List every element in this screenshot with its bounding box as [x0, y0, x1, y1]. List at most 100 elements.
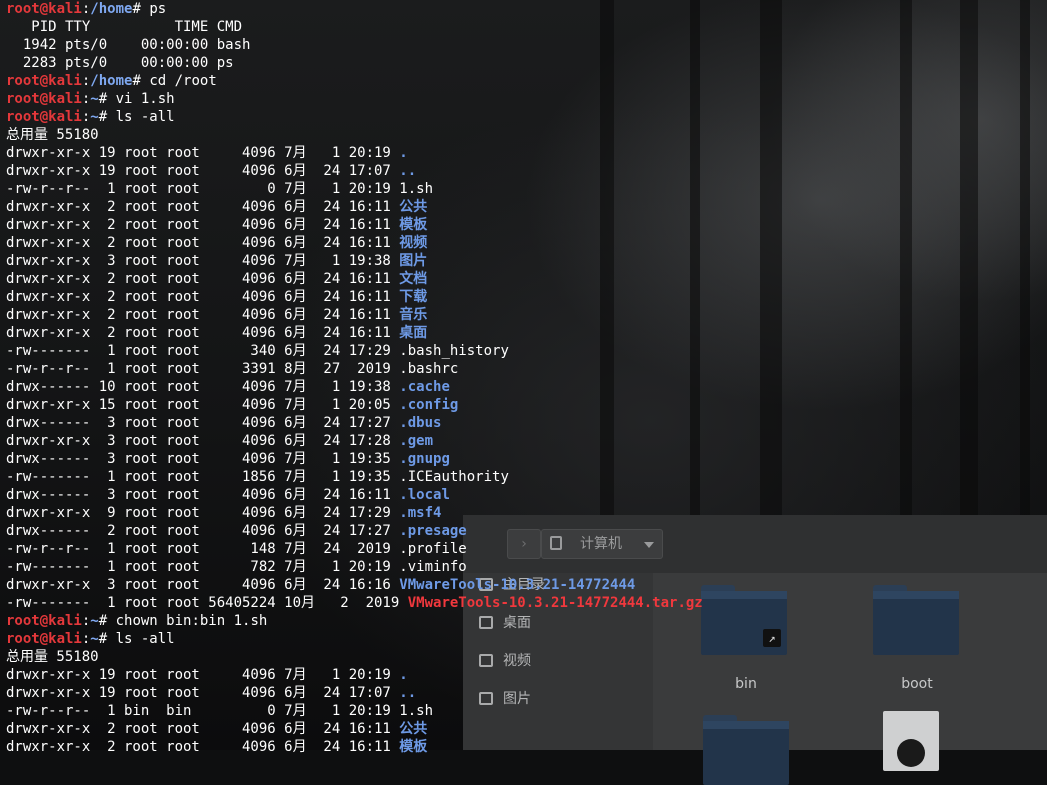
- prompt-path: ~: [90, 613, 99, 629]
- file-metadata: drwxr-xr-x 19 root root 4096 6月 24 17:07: [6, 685, 400, 701]
- file-metadata: -rw-r--r-- 1 root root 0 7月 1 20:19: [6, 181, 400, 197]
- file-name: .config: [399, 397, 459, 413]
- file-metadata: drwxr-xr-x 3 root root 4096 6月 24 17:28: [6, 433, 400, 449]
- file-metadata: drwxr-xr-x 9 root root 4096 6月 24 17:29: [6, 505, 400, 521]
- file-metadata: drwxr-xr-x 3 root root 4096 7月 1 19:38: [6, 253, 400, 269]
- ls-entry: -rw-r--r-- 1 bin bin 0 7月 1 20:19 1.sh: [6, 702, 1047, 720]
- command-text: chown bin:bin 1.sh: [115, 613, 268, 629]
- file-metadata: drwx------ 3 root root 4096 6月 24 17:27: [6, 415, 400, 431]
- prompt-path: ~: [90, 91, 99, 107]
- ls-entry: -rw------- 1 root root 782 7月 1 20:19 .v…: [6, 558, 1047, 576]
- ls-entry: drwxr-xr-x 19 root root 4096 7月 1 20:19 …: [6, 144, 1047, 162]
- file-metadata: drwx------ 3 root root 4096 6月 24 16:11: [6, 487, 400, 503]
- command-text: ls -all: [115, 109, 175, 125]
- file-name: VMwareTools-10.3.21-14772444.tar.gz: [407, 595, 703, 611]
- file-name: ..: [399, 163, 417, 179]
- file-metadata: -rw-r--r-- 1 root root 3391 8月 27 2019: [6, 361, 400, 377]
- ls-entry: -rw-r--r-- 1 root root 3391 8月 27 2019 .…: [6, 360, 1047, 378]
- prompt-user: root@kali: [6, 73, 82, 89]
- file-metadata: drwxr-xr-x 19 root root 4096 7月 1 20:19: [6, 667, 400, 683]
- ls-entry: -rw------- 1 root root 340 6月 24 17:29 .…: [6, 342, 1047, 360]
- ls-entry: drwxr-xr-x 15 root root 4096 7月 1 20:05 …: [6, 396, 1047, 414]
- ls-entry: -rw-r--r-- 1 root root 0 7月 1 20:19 1.sh: [6, 180, 1047, 198]
- ls-entry: -rw------- 1 root root 1856 7月 1 19:35 .…: [6, 468, 1047, 486]
- ls-entry: drwx------ 2 root root 4096 6月 24 17:27 …: [6, 522, 1047, 540]
- file-name: .profile: [399, 541, 467, 557]
- file-metadata: -rw------- 1 root root 1856 7月 1 19:35: [6, 469, 400, 485]
- file-metadata: drwxr-xr-x 2 root root 4096 6月 24 16:11: [6, 721, 400, 737]
- ls-entry: drwxr-xr-x 2 root root 4096 6月 24 16:11 …: [6, 306, 1047, 324]
- ls-entry: drwxr-xr-x 2 root root 4096 6月 24 16:11 …: [6, 288, 1047, 306]
- prompt-user: root@kali: [6, 91, 82, 107]
- prompt-line: root@kali:~# vi 1.sh: [6, 91, 175, 107]
- file-metadata: drwxr-xr-x 2 root root 4096 6月 24 16:11: [6, 235, 400, 251]
- output-text: 1942 pts/0 00:00:00 bash: [6, 37, 251, 53]
- file-metadata: drwxr-xr-x 19 root root 4096 7月 1 20:19: [6, 145, 400, 161]
- file-metadata: -rw------- 1 root root 56405224 10月 2 20…: [6, 595, 408, 611]
- file-metadata: drwx------ 10 root root 4096 7月 1 19:38: [6, 379, 400, 395]
- file-name: 1.sh: [399, 181, 434, 197]
- output-line: 总用量 55180: [6, 126, 1047, 144]
- ls-entry: drwxr-xr-x 2 root root 4096 6月 24 16:11 …: [6, 720, 1047, 738]
- ls-entry: -rw------- 1 root root 56405224 10月 2 20…: [6, 594, 1047, 612]
- ls-entry: drwxr-xr-x 2 root root 4096 6月 24 16:11 …: [6, 270, 1047, 288]
- prompt-line: root@kali:/home# ps: [6, 1, 167, 17]
- prompt-user: root@kali: [6, 1, 82, 17]
- file-metadata: -rw------- 1 root root 340 6月 24 17:29: [6, 343, 400, 359]
- file-name: .msf4: [399, 505, 442, 521]
- ls-entry: drwxr-xr-x 2 root root 4096 6月 24 16:11 …: [6, 234, 1047, 252]
- output-line: 2283 pts/0 00:00:00 ps: [6, 54, 1047, 72]
- file-metadata: -rw-r--r-- 1 root root 148 7月 24 2019: [6, 541, 400, 557]
- file-metadata: drwxr-xr-x 3 root root 4096 6月 24 16:16: [6, 577, 400, 593]
- file-name: .: [399, 145, 408, 161]
- ls-entry: drwxr-xr-x 3 root root 4096 6月 24 16:16 …: [6, 576, 1047, 594]
- file-name: 文档: [399, 271, 428, 287]
- file-name: VMwareTools-10.3.21-14772444: [399, 577, 636, 593]
- file-name: .bash_history: [399, 343, 509, 359]
- ls-entry: drwxr-xr-x 3 root root 4096 7月 1 19:38 图…: [6, 252, 1047, 270]
- prompt-path: ~: [90, 109, 99, 125]
- file-metadata: drwxr-xr-x 2 root root 4096 6月 24 16:11: [6, 271, 400, 287]
- file-name: 下载: [399, 289, 428, 305]
- ls-entry: drwxr-xr-x 2 root root 4096 6月 24 16:11 …: [6, 738, 1047, 756]
- prompt-line: root@kali:/home# cd /root: [6, 73, 217, 89]
- ls-entry: drwx------ 3 root root 4096 7月 1 19:35 .…: [6, 450, 1047, 468]
- ls-entry: drwxr-xr-x 2 root root 4096 6月 24 16:11 …: [6, 198, 1047, 216]
- file-name: .: [399, 667, 408, 683]
- file-metadata: drwxr-xr-x 2 root root 4096 6月 24 16:11: [6, 325, 400, 341]
- prompt-user: root@kali: [6, 631, 82, 647]
- command-text: cd /root: [149, 73, 217, 89]
- file-name: .viminfo: [399, 559, 467, 575]
- ls-entry: drwxr-xr-x 19 root root 4096 6月 24 17:07…: [6, 162, 1047, 180]
- terminal-output[interactable]: root@kali:/home# ps PID TTY TIME CMD 194…: [0, 0, 1047, 755]
- ls-entry: drwx------ 3 root root 4096 6月 24 16:11 …: [6, 486, 1047, 504]
- ls-entry: drwxr-xr-x 2 root root 4096 6月 24 16:11 …: [6, 324, 1047, 342]
- ls-entry: drwxr-xr-x 3 root root 4096 6月 24 17:28 …: [6, 432, 1047, 450]
- file-name: 模板: [399, 217, 428, 233]
- file-metadata: drwxr-xr-x 2 root root 4096 6月 24 16:11: [6, 289, 400, 305]
- prompt-path: ~: [90, 631, 99, 647]
- command-text: ps: [149, 1, 167, 17]
- prompt-line: root@kali:~# ls -all: [6, 631, 175, 647]
- output-text: 2283 pts/0 00:00:00 ps: [6, 55, 234, 71]
- file-name: .gem: [399, 433, 434, 449]
- output-line: 1942 pts/0 00:00:00 bash: [6, 36, 1047, 54]
- file-name: .local: [399, 487, 450, 503]
- prompt-path: /home: [90, 1, 133, 17]
- file-name: 桌面: [399, 325, 428, 341]
- file-name: 1.sh: [399, 703, 434, 719]
- file-name: .presage: [399, 523, 467, 539]
- ls-entry: drwxr-xr-x 19 root root 4096 6月 24 17:07…: [6, 684, 1047, 702]
- ls-entry: drwx------ 10 root root 4096 7月 1 19:38 …: [6, 378, 1047, 396]
- prompt-line: root@kali:~# ls -all: [6, 109, 175, 125]
- file-metadata: drwx------ 3 root root 4096 7月 1 19:35: [6, 451, 400, 467]
- file-name: 公共: [399, 199, 428, 215]
- prompt-line: root@kali:~# chown bin:bin 1.sh: [6, 613, 268, 629]
- file-name: ..: [399, 685, 417, 701]
- file-name: .ICEauthority: [399, 469, 509, 485]
- file-name: .bashrc: [399, 361, 459, 377]
- file-name: 音乐: [399, 307, 428, 323]
- file-metadata: drwxr-xr-x 19 root root 4096 6月 24 17:07: [6, 163, 400, 179]
- file-name: .gnupg: [399, 451, 450, 467]
- ls-entry: drwx------ 3 root root 4096 6月 24 17:27 …: [6, 414, 1047, 432]
